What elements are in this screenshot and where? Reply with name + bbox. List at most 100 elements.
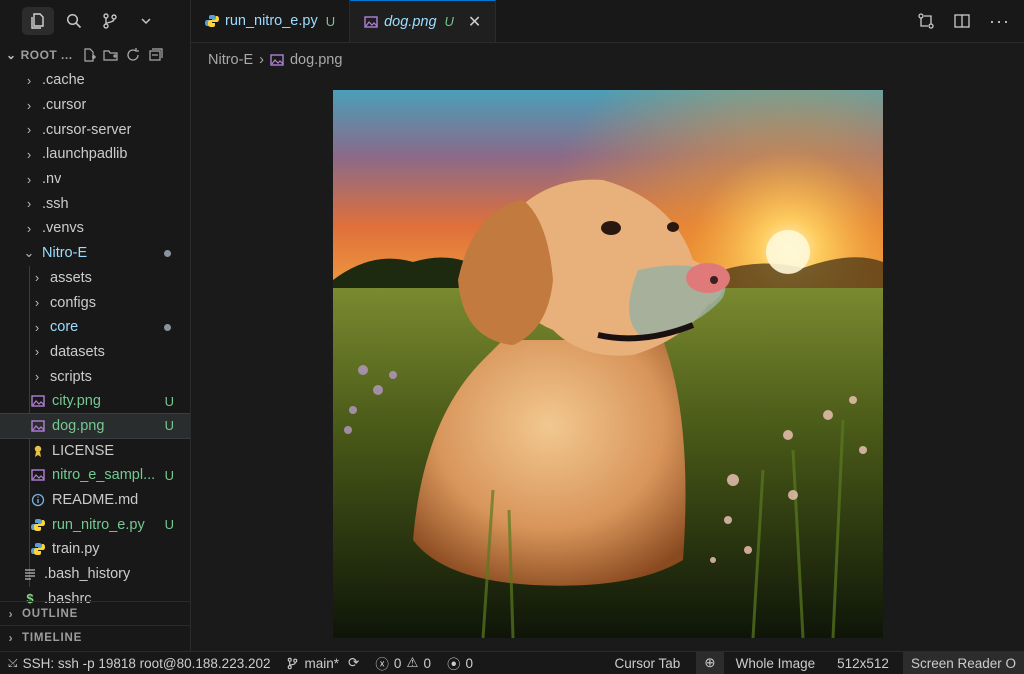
tree-item-label: .cursor [42, 97, 87, 114]
chevron-right-icon: › [34, 319, 40, 335]
image-size-label: 512x512 [837, 655, 889, 671]
tree-item-venvs[interactable]: › .venvs [0, 216, 190, 241]
untracked-badge: U [164, 418, 174, 434]
image-preview[interactable] [333, 90, 883, 638]
search-button[interactable] [58, 7, 90, 35]
tree-item-launchpadlib[interactable]: › .launchpadlib [0, 142, 190, 167]
image-zoom-indicator[interactable]: Whole Image [724, 652, 830, 674]
outline-section-header[interactable]: › OUTLINE [0, 601, 190, 626]
screen-reader-indicator[interactable]: Screen Reader O [902, 652, 1024, 674]
error-icon: ⓧ [375, 657, 389, 672]
tree-item-label: .cursor-server [42, 121, 132, 138]
zoom-button[interactable]: ⊕ [696, 652, 724, 674]
tree-item-label: nitro_e_sampl... [52, 467, 156, 484]
more-views-button[interactable] [130, 7, 162, 35]
dog-image [333, 90, 883, 638]
file-tree: › .cache › .cursor › .cursor-server › .launchpa… [0, 68, 190, 611]
ports-indicator[interactable]: ⦿ 0 [439, 652, 481, 674]
tree-item-bash-history[interactable]: .bash_history [0, 562, 190, 587]
error-count: 0 [393, 655, 402, 671]
tree-item-label: train.py [52, 541, 100, 558]
chevron-right-icon: › [34, 344, 40, 360]
problems-indicator[interactable]: ⓧ 0 ⚠ 0 [367, 652, 439, 674]
editor-actions: ··· [917, 0, 1024, 42]
tree-item-label: scripts [50, 368, 92, 385]
chevron-right-icon: › [26, 146, 32, 162]
chevron-right-icon: › [26, 220, 32, 236]
refresh-icon[interactable] [125, 47, 141, 63]
chevron-right-icon: › [8, 631, 14, 645]
tree-item-nitro-e-sampl[interactable]: nitro_e_sampl... U [0, 463, 190, 488]
tree-item-label: README.md [52, 492, 139, 509]
tree-item-label: core [50, 319, 79, 336]
new-file-icon[interactable] [81, 47, 97, 63]
tree-item-configs[interactable]: › configs [0, 290, 190, 315]
breadcrumb-file[interactable]: dog.png [290, 52, 342, 68]
chevron-right-icon: › [26, 196, 32, 212]
tree-item-datasets[interactable]: › datasets [0, 340, 190, 365]
python-icon [30, 541, 46, 557]
remote-icon: ⤩ [8, 655, 18, 670]
outline-label: OUTLINE [22, 608, 79, 620]
tree-item-run-nitro-e-py[interactable]: run_nitro_e.py U [0, 512, 190, 537]
tree-item-readme-md[interactable]: README.md [0, 488, 190, 513]
explorer-root-header[interactable]: ⌄ ROOT ... [0, 42, 190, 68]
open-changes-icon[interactable] [917, 12, 935, 30]
tree-item-label: city.png [52, 393, 101, 410]
tab-run-nitro-e[interactable]: run_nitro_e.py U [191, 0, 351, 42]
collapse-all-icon[interactable] [147, 47, 163, 63]
warning-icon: ⚠ [406, 655, 419, 670]
source-control-button[interactable] [94, 7, 126, 35]
tree-item-license[interactable]: LICENSE [0, 438, 190, 463]
ports-icon: ⦿ [446, 657, 461, 672]
editor-area: run_nitro_e.py U dog.png U ✕ ··· Nitro-E… [191, 0, 1024, 652]
screen-reader-label: Screen Reader O [910, 655, 1016, 671]
split-editor-icon[interactable] [953, 12, 971, 30]
timeline-label: TIMELINE [22, 632, 83, 644]
tree-item-cursor-server[interactable]: › .cursor-server [0, 117, 190, 142]
explorer-button[interactable] [22, 7, 54, 35]
tree-item-assets[interactable]: › assets [0, 266, 190, 291]
tree-item-train-py[interactable]: train.py [0, 537, 190, 562]
tree-item-label: .bash_history [44, 566, 131, 583]
tree-item-label: LICENSE [52, 442, 115, 459]
tree-item-scripts[interactable]: › scripts [0, 364, 190, 389]
chevron-down-icon: ⌄ [23, 245, 35, 261]
breadcrumb-folder[interactable]: Nitro-E [208, 52, 253, 68]
image-icon [30, 467, 46, 483]
branch-indicator[interactable]: main* ⟳ [278, 652, 367, 674]
close-icon[interactable]: ✕ [468, 12, 481, 32]
image-icon [270, 54, 284, 66]
image-icon [364, 15, 378, 28]
chevron-right-icon: › [26, 97, 32, 113]
more-actions-icon[interactable]: ··· [989, 11, 1010, 32]
python-icon [30, 517, 46, 533]
tree-item-cursor[interactable]: › .cursor [0, 93, 190, 118]
cursor-tab-indicator[interactable]: Cursor Tab [606, 652, 696, 674]
remote-label: SSH: ssh -p 19818 root@80.188.223.202 [22, 655, 271, 671]
remote-indicator[interactable]: ⤩ SSH: ssh -p 19818 root@80.188.223.202 [0, 652, 278, 674]
tree-item-nv[interactable]: › .nv [0, 167, 190, 192]
tree-item-nitro-e[interactable]: ⌄ Nitro-E [0, 241, 190, 266]
tree-item-label: dog.png [52, 417, 105, 434]
chevron-right-icon: › [26, 72, 32, 88]
status-left: ⤩ SSH: ssh -p 19818 root@80.188.223.202 … [0, 652, 481, 674]
tab-dog-png[interactable]: dog.png U ✕ [350, 0, 497, 42]
new-folder-icon[interactable] [102, 47, 119, 63]
image-size-indicator: 512x512 [829, 652, 903, 674]
untracked-badge: U [444, 14, 454, 29]
tree-item-city-png[interactable]: city.png U [0, 389, 190, 414]
tree-item-cache[interactable]: › .cache [0, 68, 190, 93]
breadcrumb: Nitro-E › dog.png [191, 43, 1024, 77]
tab-label: run_nitro_e.py [225, 13, 318, 29]
tree-item-core[interactable]: › core [0, 315, 190, 340]
timeline-section-header[interactable]: › TIMELINE [0, 625, 190, 650]
tree-item-ssh[interactable]: › .ssh [0, 191, 190, 216]
tree-item-label: .venvs [42, 220, 84, 237]
tree-item-dog-png[interactable]: dog.png U [0, 412, 190, 440]
sync-icon[interactable]: ⟳ [348, 655, 359, 671]
tree-item-label: .nv [42, 171, 62, 188]
untracked-badge: U [325, 13, 336, 29]
branch-label: main* [304, 655, 339, 671]
image-icon [30, 393, 46, 409]
